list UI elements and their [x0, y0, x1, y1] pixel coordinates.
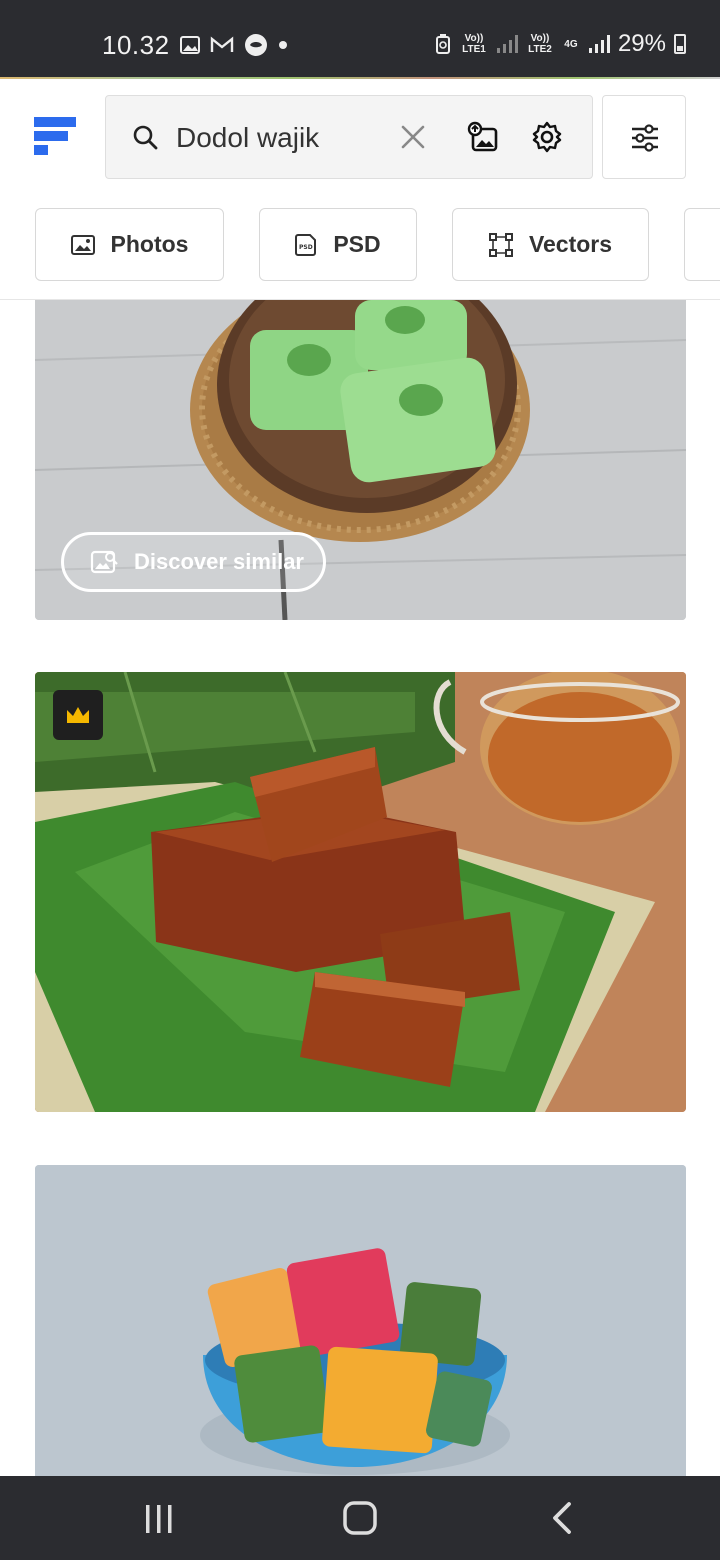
battery-icon: [674, 34, 686, 54]
psd-icon: PSD: [295, 233, 317, 256]
discover-similar-button[interactable]: Discover similar: [61, 532, 326, 592]
more-notifications-dot: [279, 41, 287, 49]
chip-more[interactable]: [684, 208, 720, 281]
image-icon: [70, 234, 95, 255]
sim2-label: Vo)) LTE2: [528, 33, 552, 55]
result-image: [35, 1165, 686, 1476]
battery-percentage: 29%: [617, 30, 666, 57]
gmail-notification-icon: [210, 36, 234, 52]
vector-icon: [488, 232, 513, 257]
filter-sliders-icon: [632, 124, 658, 152]
premium-badge: [53, 690, 103, 740]
category-chips: Photos PSD PSD Vectors: [0, 208, 720, 282]
image-search-icon[interactable]: [466, 120, 500, 154]
status-indicators: Vo)) LTE1 Vo)) LTE2 4G 29%: [434, 30, 686, 58]
result-card[interactable]: [35, 672, 686, 1112]
freepik-logo-icon[interactable]: [34, 117, 76, 157]
chip-label: Vectors: [528, 231, 613, 257]
chip-psd[interactable]: PSD PSD: [259, 208, 417, 281]
status-bar: 10.32 Vo)) LTE1 Vo)) LTE2 4G 29%: [0, 0, 720, 77]
gear-icon[interactable]: [530, 120, 564, 154]
clear-icon[interactable]: [400, 124, 426, 150]
search-icon[interactable]: [132, 124, 158, 150]
search-box[interactable]: [105, 95, 593, 179]
sim1-label: Vo)) LTE1: [462, 33, 486, 55]
svg-text:PSD: PSD: [299, 244, 313, 251]
chip-label: PSD: [333, 231, 381, 257]
crown-icon: [67, 707, 89, 723]
header: Photos PSD PSD Vectors: [0, 77, 720, 300]
result-card[interactable]: Discover similar: [35, 300, 686, 620]
discover-similar-icon: [90, 550, 118, 574]
back-icon[interactable]: [550, 1502, 574, 1534]
app-notification-icon: [245, 34, 267, 56]
discover-similar-label: Discover similar: [134, 549, 304, 574]
result-image: [35, 672, 686, 1112]
network-type: 4G: [564, 38, 578, 50]
data-saver-icon: [435, 34, 450, 54]
gallery-notification-icon: [180, 36, 200, 54]
recent-apps-icon[interactable]: [144, 1503, 174, 1535]
chip-vectors[interactable]: Vectors: [452, 208, 649, 281]
result-card[interactable]: [35, 1165, 686, 1476]
status-time: 10.32: [102, 30, 170, 60]
chip-label: Photos: [110, 231, 189, 257]
system-navigation-bar: [0, 1476, 720, 1560]
search-input[interactable]: [176, 116, 376, 160]
home-icon[interactable]: [343, 1501, 377, 1535]
notification-icons: [180, 33, 288, 57]
signal-icon-sim1: [496, 35, 518, 53]
filter-button[interactable]: [602, 95, 686, 179]
chip-photos[interactable]: Photos: [35, 208, 224, 281]
signal-icon-sim2: [588, 35, 610, 53]
image-peek-strip: [0, 77, 720, 79]
